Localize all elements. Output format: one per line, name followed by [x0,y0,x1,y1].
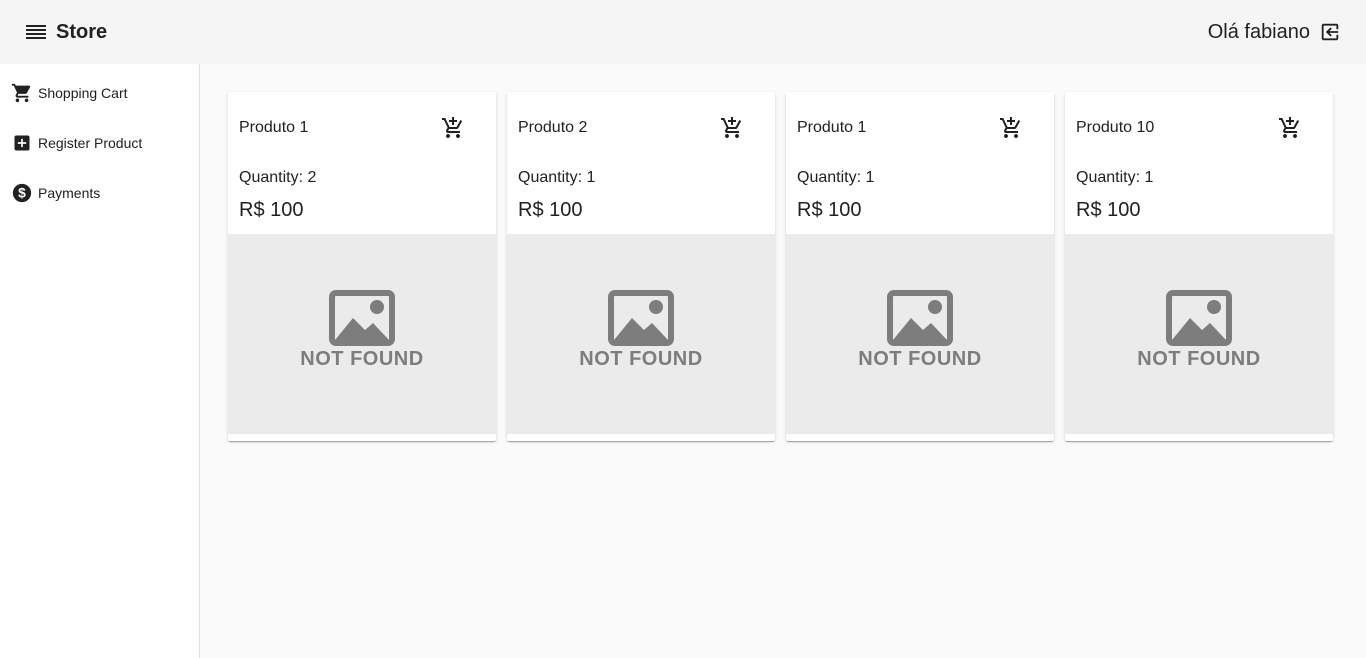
app-title: Store [56,20,108,43]
not-found-label: NOT FOUND [300,347,424,370]
image-placeholder-icon [1166,289,1232,346]
logout-icon[interactable] [1318,20,1342,44]
sidebar-item-label: Register Product [38,135,143,151]
side-navigation: Shopping Cart Register Product $ Payment… [0,64,200,658]
add-box-icon [10,131,34,155]
product-price: R$ 100 [239,199,304,221]
card-header: Produto 10 [1076,110,1322,146]
product-image-placeholder: NOT FOUND [786,234,1054,434]
product-card: Produto 1 Quantity: 2 R$ 100 NOT FOUND [228,92,496,441]
product-card: Produto 10 Quantity: 1 R$ 100 NOT FOUND [1065,92,1333,441]
add-to-cart-icon[interactable] [433,110,473,146]
not-found-label: NOT FOUND [1137,347,1261,370]
svg-text:$: $ [18,186,26,201]
product-name: Produto 10 [1076,119,1155,136]
dollar-icon: $ [10,181,34,205]
sidebar-item-payments[interactable]: $ Payments [0,168,199,218]
not-found-label: NOT FOUND [579,347,703,370]
product-name: Produto 2 [518,119,588,136]
add-to-cart-icon[interactable] [1270,110,1310,146]
not-found-label: NOT FOUND [858,347,982,370]
add-to-cart-icon[interactable] [991,110,1031,146]
product-quantity: Quantity: 1 [1076,169,1154,186]
product-price: R$ 100 [797,199,862,221]
product-card: Produto 1 Quantity: 1 R$ 100 NOT FOUND [786,92,1054,441]
product-image-placeholder: NOT FOUND [1065,234,1333,434]
app-toolbar: Store Olá fabiano [0,0,1366,64]
product-grid: Produto 1 Quantity: 2 R$ 100 NOT FOUND P… [228,92,1333,441]
image-placeholder-icon [329,289,395,346]
card-header: Produto 2 [518,110,764,146]
add-to-cart-icon[interactable] [712,110,752,146]
product-name: Produto 1 [239,119,309,136]
card-header: Produto 1 [239,110,485,146]
shopping-cart-icon [10,81,34,105]
user-greeting: Olá fabiano [1207,20,1310,43]
menu-icon[interactable] [24,20,48,44]
product-quantity: Quantity: 2 [239,169,317,186]
image-placeholder-icon [608,289,674,346]
sidebar-item-register-product[interactable]: Register Product [0,118,199,168]
product-image-placeholder: NOT FOUND [228,234,496,434]
sidebar-item-shopping-cart[interactable]: Shopping Cart [0,68,199,118]
product-card: Produto 2 Quantity: 1 R$ 100 NOT FOUND [507,92,775,441]
product-price: R$ 100 [518,199,583,221]
card-header: Produto 1 [797,110,1043,146]
product-price: R$ 100 [1076,199,1141,221]
product-quantity: Quantity: 1 [518,169,596,186]
product-image-placeholder: NOT FOUND [507,234,775,434]
image-placeholder-icon [887,289,953,346]
product-name: Produto 1 [797,119,867,136]
product-quantity: Quantity: 1 [797,169,875,186]
sidebar-item-label: Shopping Cart [38,85,128,101]
sidebar-item-label: Payments [38,185,101,201]
main-content: Produto 1 Quantity: 2 R$ 100 NOT FOUND P… [200,64,1366,658]
